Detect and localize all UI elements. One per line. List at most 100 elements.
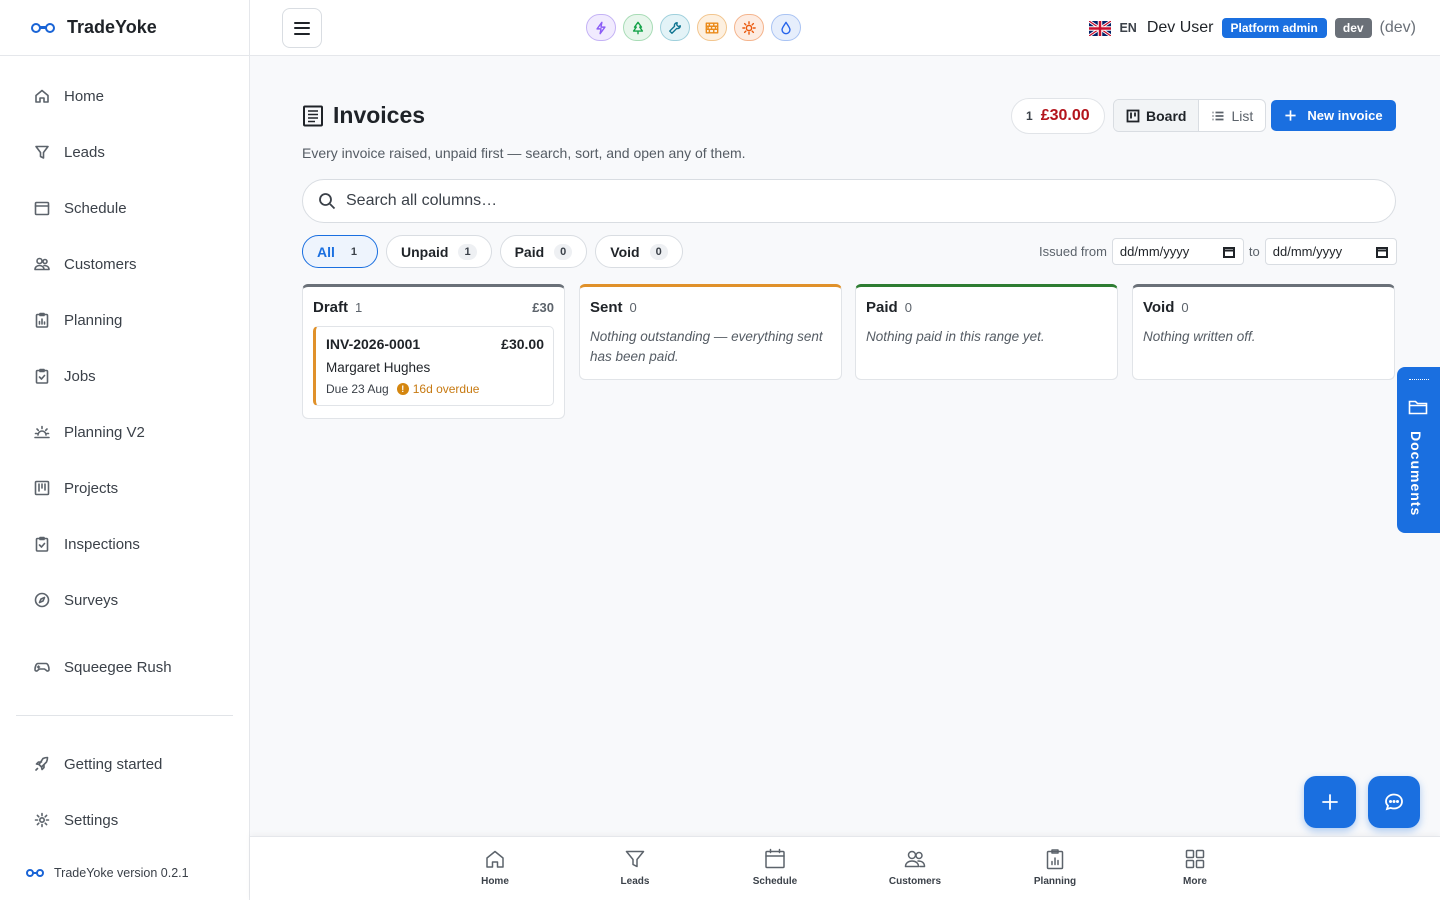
new-invoice-button[interactable]: New invoice <box>1271 100 1396 131</box>
users-icon <box>34 256 50 272</box>
electrical-icon[interactable] <box>586 14 616 41</box>
gamepad-icon <box>34 659 50 675</box>
brand[interactable]: TradeYoke <box>0 0 249 56</box>
sidebar-item-label: Inspections <box>64 535 140 553</box>
calendar-icon <box>34 200 50 216</box>
compass-icon <box>34 592 50 608</box>
column-count: 0 <box>1181 300 1189 315</box>
chip-count: 0 <box>649 243 668 260</box>
topbar: EN Dev User Platform admin dev (dev) <box>250 0 1440 56</box>
filter-chip-void[interactable]: Void 0 <box>595 235 683 268</box>
sidebar-item-planning[interactable]: Planning <box>24 300 234 340</box>
invoice-card[interactable]: INV-2026-0001 £30.00 Margaret Hughes Due… <box>313 326 554 406</box>
sidebar-item-settings[interactable]: Settings <box>24 800 234 840</box>
issued-from-label: Issued from <box>1039 244 1107 259</box>
calendar-icon <box>765 848 785 869</box>
menu-toggle-button[interactable] <box>282 8 322 48</box>
filter-chip-paid[interactable]: Paid 0 <box>499 235 588 268</box>
bottom-nav-label: Home <box>481 876 509 887</box>
bottom-nav-label: Leads <box>620 876 650 887</box>
sun-icon[interactable] <box>734 14 764 41</box>
brick-icon[interactable] <box>697 14 727 41</box>
bottom-nav-schedule[interactable]: Schedule <box>730 837 820 900</box>
sidebar-item-surveys[interactable]: Surveys <box>24 580 234 620</box>
bottom-nav-customers[interactable]: Customers <box>870 837 960 900</box>
column-title: Draft <box>313 299 349 316</box>
plus-icon <box>1322 794 1338 810</box>
bottom-nav-planning[interactable]: Planning <box>1010 837 1100 900</box>
to-label: to <box>1248 244 1260 259</box>
brand-logo-icon <box>26 869 44 877</box>
column-count: 0 <box>629 300 637 315</box>
sidebar-item-label: Projects <box>64 479 119 497</box>
water-drop-icon[interactable] <box>771 14 801 41</box>
outstanding-amount: £30.00 <box>1040 107 1090 124</box>
drag-handle-icon[interactable] <box>1409 379 1429 384</box>
list-icon <box>1212 111 1224 120</box>
invoice-customer: Margaret Hughes <box>326 360 431 375</box>
filter-chip-all[interactable]: All 1 <box>302 235 379 268</box>
kanban-icon <box>34 480 50 496</box>
date-from-input[interactable]: dd/mm/yyyy <box>1111 238 1244 265</box>
filter-chip-unpaid[interactable]: Unpaid 1 <box>386 235 492 268</box>
bottom-nav-leads[interactable]: Leads <box>590 837 680 900</box>
alert-icon: ! <box>396 383 409 395</box>
user-name[interactable]: Dev User <box>1147 19 1214 37</box>
role-badge: Platform admin <box>1221 18 1327 38</box>
sidebar-item-jobs[interactable]: Jobs <box>24 356 234 396</box>
sidebar-item-leads[interactable]: Leads <box>24 132 234 172</box>
language-code[interactable]: EN <box>1119 21 1136 35</box>
bottom-nav-label: More <box>1183 876 1207 887</box>
column-header: Paid 0 <box>856 287 1117 316</box>
sidebar-item-label: Surveys <box>64 591 119 609</box>
bottom-nav-more[interactable]: More <box>1150 837 1240 900</box>
quick-add-button[interactable] <box>1304 776 1356 828</box>
tree-icon[interactable] <box>623 14 653 41</box>
bottom-nav-label: Schedule <box>752 876 798 887</box>
sidebar-item-planning-v2[interactable]: Planning V2 <box>24 412 234 452</box>
sidebar-item-home[interactable]: Home <box>24 76 234 116</box>
sidebar-item-label: Getting started <box>64 755 163 773</box>
plus-icon <box>1285 110 1297 121</box>
list-view-label: List <box>1231 107 1254 124</box>
page-header: Invoices <box>302 102 425 129</box>
sidebar-item-label: Home <box>64 87 105 105</box>
clipboard-chart-icon <box>1046 849 1064 870</box>
invoice-icon <box>303 105 323 126</box>
sidebar-item-customers[interactable]: Customers <box>24 244 234 284</box>
invoice-due-row: Due 23 Aug ! 16d overdue <box>326 382 544 396</box>
invoice-number: INV-2026-0001 <box>326 336 421 352</box>
status-filters: All 1 Unpaid 1 Paid 0 Void 0 <box>302 235 683 268</box>
invoice-amount: £30.00 <box>501 336 544 352</box>
home-icon <box>34 88 50 104</box>
chat-button[interactable] <box>1368 776 1420 828</box>
board-column-void: Void 0 Nothing written off. <box>1132 284 1395 380</box>
column-empty-state: Nothing written off. <box>1143 329 1256 344</box>
sidebar-item-schedule[interactable]: Schedule <box>24 188 234 228</box>
sidebar-item-inspections[interactable]: Inspections <box>24 524 234 564</box>
bottom-nav-home[interactable]: Home <box>450 837 540 900</box>
date-to-input[interactable]: dd/mm/yyyy <box>1264 238 1397 265</box>
invoice-due-date: Due 23 Aug <box>326 382 389 396</box>
uk-flag-icon[interactable] <box>1089 20 1112 36</box>
chip-label: All <box>317 243 335 260</box>
board-view-button[interactable]: Board <box>1114 100 1200 131</box>
filter-icon <box>34 144 50 160</box>
sidebar-item-projects[interactable]: Projects <box>24 468 234 508</box>
sidebar-item-label: Squeegee Rush <box>64 658 172 676</box>
kanban-icon <box>1126 109 1140 122</box>
bottom-nav: Home Leads Schedule Customers Planning M… <box>250 836 1440 900</box>
sidebar-item-getting-started[interactable]: Getting started <box>24 744 234 784</box>
sidebar-item-label: Planning <box>64 311 123 329</box>
wrench-icon[interactable] <box>660 14 690 41</box>
list-view-button[interactable]: List <box>1199 100 1265 131</box>
grid-icon <box>1185 849 1205 869</box>
invoice-card-header: INV-2026-0001 £30.00 <box>326 336 544 352</box>
chip-label: Void <box>610 243 640 260</box>
column-header: Sent 0 <box>580 287 841 316</box>
search-input[interactable] <box>346 192 946 210</box>
sidebar-item-label: Leads <box>64 143 105 161</box>
documents-tab[interactable]: Documents <box>1397 367 1440 533</box>
column-header: Void 0 <box>1133 287 1394 316</box>
sidebar-item-squeegee-rush[interactable]: Squeegee Rush <box>24 647 234 687</box>
